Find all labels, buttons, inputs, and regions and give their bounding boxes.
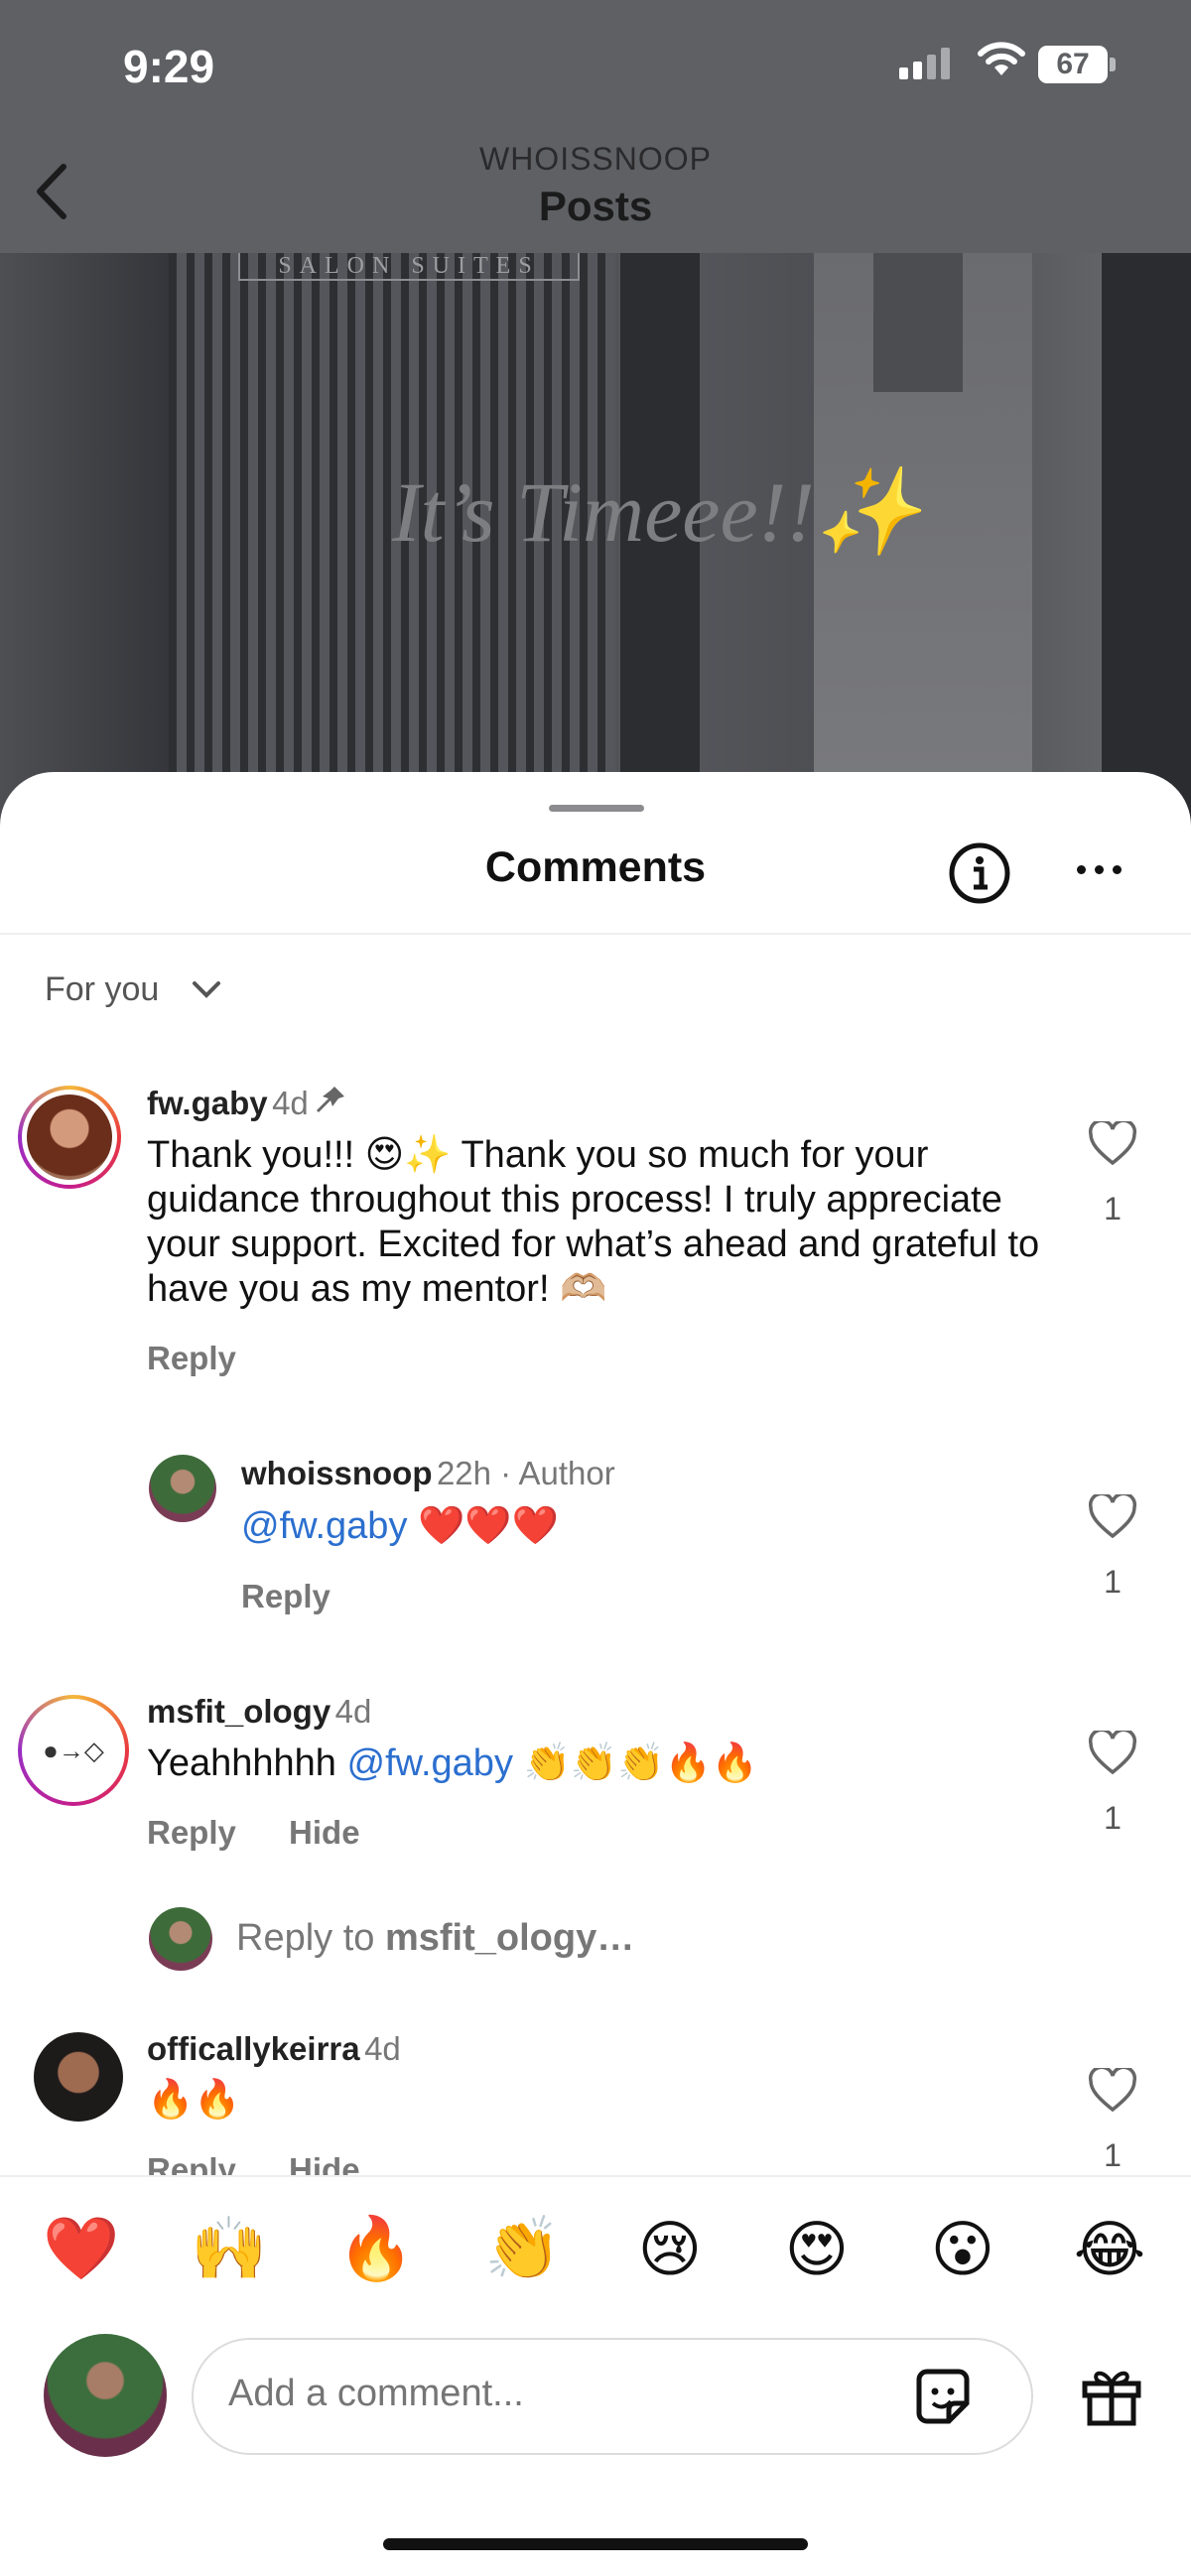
account-name: WHOISSNOOP (478, 141, 712, 177)
reaction-fire[interactable]: 🔥 (331, 2213, 421, 2285)
reply-button[interactable]: Reply (241, 1578, 331, 1614)
post-image: SALON SUITES It’s Timeee!!✨ (0, 253, 1191, 848)
salon-sign: SALON SUITES (238, 253, 580, 281)
comment-header: officallykeirra 4d (147, 2030, 401, 2068)
comment-actions: Reply (241, 1578, 374, 1615)
reaction-heart-eyes[interactable]: 😍 (772, 2213, 861, 2285)
avatar[interactable] (34, 2032, 123, 2122)
reaction-clap[interactable]: 👏 (478, 2213, 568, 2285)
comment-actions: Reply Hide (147, 2151, 404, 2175)
comment-text: Yeahhhhhh @fw.gaby 👏👏👏🔥🔥 (147, 1741, 758, 1786)
comment-emoji: 👏👏👏🔥🔥 (523, 1742, 759, 1784)
reply-button[interactable]: Reply (147, 2151, 236, 2175)
divider (0, 933, 1191, 935)
gift-icon[interactable] (1079, 2364, 1144, 2434)
comment-header: whoissnoop 22h · Author (241, 1455, 615, 1492)
comment-time: 4d (334, 1693, 372, 1730)
like-count: 1 (1104, 1564, 1122, 1600)
hide-button[interactable]: Hide (289, 2151, 360, 2175)
status-time: 9:29 (123, 41, 215, 92)
reply-button[interactable]: Reply (147, 1340, 236, 1376)
heart-icon[interactable] (1088, 1118, 1137, 1172)
wifi-icon (977, 40, 1026, 84)
reaction-raised-hands[interactable]: 🙌 (185, 2213, 274, 2285)
reaction-heart[interactable]: ❤️ (37, 2213, 126, 2285)
comment-text: @fw.gaby ❤️❤️❤️ (241, 1504, 559, 1549)
comment-time: 4d (364, 2030, 401, 2067)
page-title: Posts (538, 183, 653, 229)
like-count: 1 (1104, 1800, 1122, 1836)
mention-link[interactable]: @fw.gaby (347, 1742, 513, 1784)
comment-username[interactable]: officallykeirra (147, 2030, 360, 2067)
reply-button[interactable]: Reply (147, 1814, 236, 1851)
comment-text: 🔥🔥 (147, 2079, 241, 2121)
avatar-photo: ●→◇ (27, 1704, 120, 1797)
reaction-laughing[interactable]: 😂 (1065, 2213, 1154, 2285)
comment-time: 4d (272, 1085, 309, 1121)
avatar-photo (27, 1095, 112, 1180)
reaction-crying[interactable]: 😢 (625, 2213, 715, 2285)
comment-username[interactable]: msfit_ology (147, 1693, 331, 1730)
comment-header: fw.gaby 4d (147, 1085, 346, 1122)
avatar (149, 1907, 212, 1971)
comment-time: 22h · Author (436, 1455, 615, 1491)
comment-actions: Reply Hide (147, 1814, 404, 1852)
battery-cap (1110, 58, 1116, 71)
more-options-icon[interactable] (1077, 861, 1130, 879)
heart-icon[interactable] (1088, 1728, 1137, 1781)
comment-emoji: ❤️❤️❤️ (418, 1505, 559, 1547)
cellular-signal-icon (899, 48, 955, 79)
reaction-surprised[interactable]: 😮 (918, 2213, 1007, 2285)
battery-icon: 67 (1038, 46, 1108, 83)
sticker-icon[interactable] (911, 2366, 975, 2434)
reply-to-prompt[interactable]: Reply to msfit_ology… (236, 1917, 634, 1960)
comment-text: Thank you!!! 😍✨ Thank you so much for yo… (147, 1134, 1040, 1310)
mention-link[interactable]: @fw.gaby (241, 1505, 407, 1547)
sheet-title: Comments (484, 843, 707, 891)
door-right (1102, 253, 1191, 848)
comment-text-prefix: Yeahhhhhh (147, 1742, 336, 1784)
comment-input[interactable] (226, 2372, 875, 2416)
sheet-grabber[interactable] (549, 805, 644, 812)
avatar[interactable] (18, 1086, 121, 1189)
home-indicator[interactable] (383, 2538, 808, 2550)
comment-filter-dropdown[interactable]: For you (45, 970, 159, 1009)
hallway-end (873, 253, 963, 392)
post-overlay-text: It’s Timeee!!✨ (392, 464, 922, 560)
hide-button[interactable]: Hide (289, 1814, 360, 1851)
comment-header: msfit_ology 4d (147, 1693, 371, 1731)
pin-icon (313, 1087, 346, 1118)
comment-username[interactable]: whoissnoop (241, 1455, 433, 1491)
like-count: 1 (1104, 2137, 1122, 2173)
chevron-down-icon[interactable] (189, 974, 224, 1009)
avatar[interactable]: ●→◇ (18, 1695, 129, 1806)
reply-to-prefix: Reply to (236, 1917, 375, 1959)
reply-to-username: msfit_ology… (384, 1917, 635, 1959)
info-icon[interactable] (948, 841, 1010, 904)
avatar[interactable] (149, 1455, 216, 1522)
divider (0, 2175, 1191, 2177)
comment-username[interactable]: fw.gaby (147, 1085, 268, 1121)
wall (0, 253, 174, 848)
comment-actions: Reply (147, 1340, 280, 1377)
current-user-avatar (44, 2334, 167, 2457)
heart-icon[interactable] (1088, 1491, 1137, 1545)
heart-icon[interactable] (1088, 2065, 1137, 2119)
like-count: 1 (1104, 1191, 1122, 1226)
